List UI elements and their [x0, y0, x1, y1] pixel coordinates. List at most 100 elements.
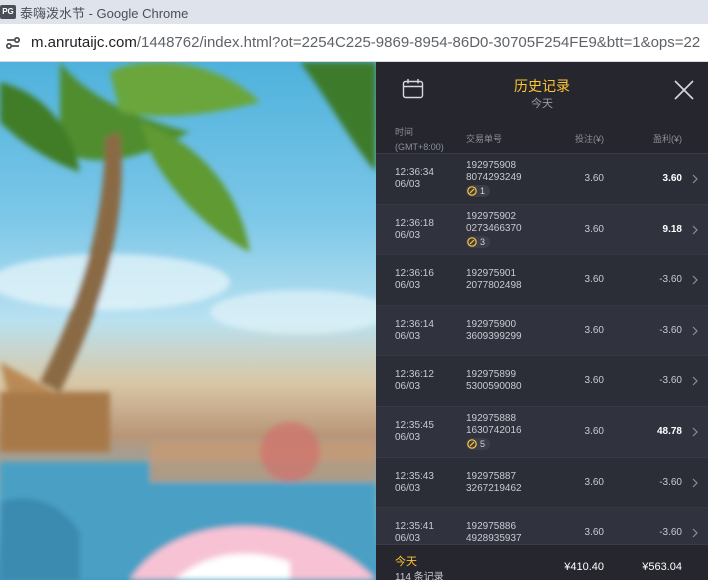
row-date-value: 06/03 — [395, 431, 421, 443]
free-spin-count: 3 — [480, 236, 486, 247]
row-bet: 3.60 — [584, 476, 604, 488]
history-row[interactable]: 12:35:43 06/03 192975887 3267219462 3.60 -3.6… — [376, 458, 708, 509]
row-time: 12:36:14 06/03 — [395, 319, 434, 343]
row-time: 12:35:41 06/03 — [395, 521, 434, 545]
chevron-right-icon[interactable] — [691, 376, 699, 386]
row-date-value: 06/03 — [395, 229, 421, 241]
row-order-id-b: 1630742016 — [466, 424, 522, 436]
row-profit: -3.60 — [659, 274, 682, 286]
summary-footer: 今天 114 条记录 ¥410.40 ¥563.04 — [376, 544, 708, 580]
chevron-right-icon[interactable] — [691, 528, 699, 538]
history-row[interactable]: 12:36:16 06/03 192975901 2077802498 3.60 -3.6… — [376, 255, 708, 306]
chevron-right-icon[interactable] — [691, 275, 699, 285]
header-time-label: 时间 — [395, 127, 414, 137]
row-order: 192975886 4928935937 — [466, 521, 522, 545]
row-time-value: 12:35:43 — [395, 470, 434, 482]
site-settings-icon[interactable] — [3, 33, 23, 53]
chevron-right-icon[interactable] — [691, 225, 699, 235]
free-spin-badge: 1 — [466, 185, 491, 197]
row-order-id-a: 192975886 — [466, 521, 517, 533]
column-headers: 时间 (GMT+8:00) 交易单号 投注(¥) 盈利(¥) — [376, 120, 708, 154]
row-order: 192975902 0273466370 3 — [466, 211, 522, 251]
history-panel: 历史记录 今天 时间 (GMT+8:00) 交易单号 投注(¥) 盈利(¥) 1… — [376, 62, 708, 580]
row-order-id-a: 192975900 — [466, 318, 517, 330]
row-date-value: 06/03 — [395, 381, 421, 393]
chevron-right-icon[interactable] — [691, 478, 699, 488]
free-spin-count: 5 — [480, 438, 486, 449]
row-time-value: 12:36:12 — [395, 369, 434, 381]
row-bet: 3.60 — [584, 274, 604, 286]
beach-scene-image — [0, 62, 376, 580]
row-order: 192975899 5300590080 — [466, 369, 522, 393]
free-spin-badge: 3 — [466, 235, 491, 248]
row-bet: 3.60 — [584, 527, 604, 539]
free-spin-coin-icon — [467, 439, 477, 449]
row-order: 192975900 3609399299 — [466, 319, 522, 343]
row-bet: 3.60 — [584, 173, 604, 184]
row-time: 12:36:18 06/03 — [395, 218, 434, 242]
row-profit: -3.60 — [659, 476, 682, 488]
header-timezone: (GMT+8:00) — [395, 142, 444, 152]
row-time: 12:36:16 06/03 — [395, 268, 434, 292]
row-order: 192975901 2077802498 — [466, 268, 522, 292]
history-row[interactable]: 12:36:18 06/03 192975902 0273466370 3 3.60 9.1… — [376, 204, 708, 256]
row-order-id-a: 192975899 — [466, 369, 517, 381]
chevron-right-icon[interactable] — [691, 326, 699, 336]
header-time: 时间 (GMT+8:00) — [395, 125, 444, 155]
row-time-value: 12:36:18 — [395, 217, 434, 229]
free-spin-count: 1 — [480, 186, 486, 196]
browser-title-bar: PG 泰嗨泼水节 - Google Chrome — [0, 0, 708, 24]
history-list: 12:36:34 06/03 192975908 8074293249 1 3.60 3.6… — [376, 154, 708, 559]
row-time-value: 12:36:16 — [395, 268, 434, 280]
row-time-value: 12:35:45 — [395, 419, 434, 431]
chevron-right-icon[interactable] — [691, 174, 699, 184]
panel-title: 历史记录 — [514, 78, 570, 94]
row-date-value: 06/03 — [395, 330, 421, 342]
close-icon[interactable] — [673, 79, 695, 101]
row-order-id-a: 192975902 — [466, 210, 517, 222]
history-row[interactable]: 12:35:45 06/03 192975888 1630742016 5 3.60 48.… — [376, 406, 708, 458]
free-spin-badge: 5 — [466, 437, 491, 450]
url-field[interactable]: m.anrutaijc.com/1448762/index.html?ot=22… — [31, 34, 706, 51]
footer-total-bet: ¥410.40 — [564, 561, 604, 573]
free-spin-coin-icon — [467, 236, 477, 247]
row-date-value: 06/03 — [395, 179, 421, 190]
row-profit: 3.60 — [662, 173, 682, 184]
row-order-id-b: 0273466370 — [466, 222, 522, 234]
footer-record-count: 114 条记录 — [395, 572, 444, 580]
footer-period: 今天 — [395, 556, 417, 568]
row-bet: 3.60 — [584, 425, 604, 437]
history-row[interactable]: 12:36:14 06/03 192975900 3609399299 3.60 -3.6… — [376, 305, 708, 357]
row-order: 192975887 3267219462 — [466, 471, 522, 495]
row-time-value: 12:36:34 — [395, 167, 434, 178]
row-order: 192975888 1630742016 5 — [466, 413, 522, 453]
row-order-id-b: 8074293249 — [466, 172, 522, 183]
row-profit: -3.60 — [659, 527, 682, 539]
url-path: /1448762/index.html?ot=2254C225-9869-895… — [136, 34, 701, 51]
row-date-value: 06/03 — [395, 280, 421, 292]
row-bet: 3.60 — [584, 324, 604, 336]
game-background — [0, 62, 376, 580]
header-order: 交易单号 — [466, 134, 503, 144]
row-order-id-a: 192975908 — [466, 160, 517, 171]
row-order-id-b: 5300590080 — [466, 381, 522, 393]
app-icon: PG — [0, 5, 16, 19]
address-bar[interactable]: m.anrutaijc.com/1448762/index.html?ot=22… — [0, 24, 708, 62]
row-order-id-b: 3267219462 — [466, 482, 522, 494]
window-title: 泰嗨泼水节 - Google Chrome — [20, 5, 189, 21]
row-bet: 3.60 — [584, 223, 604, 235]
header-profit: 盈利(¥) — [653, 134, 682, 144]
chevron-right-icon[interactable] — [691, 427, 699, 437]
row-time-value: 12:35:41 — [395, 521, 434, 533]
row-time: 12:35:45 06/03 — [395, 420, 434, 444]
history-row[interactable]: 12:36:34 06/03 192975908 8074293249 1 3.60 3.6… — [376, 154, 708, 205]
row-profit: -3.60 — [659, 375, 682, 387]
row-time-value: 12:36:14 — [395, 318, 434, 330]
row-profit: 48.78 — [656, 425, 682, 437]
row-order-id-a: 192975887 — [466, 470, 517, 482]
row-time: 12:35:43 06/03 — [395, 471, 434, 495]
panel-date-filter: 今天 — [531, 98, 553, 110]
history-row[interactable]: 12:36:12 06/03 192975899 5300590080 3.60 -3.6… — [376, 356, 708, 407]
row-bet: 3.60 — [584, 375, 604, 387]
row-time: 12:36:34 06/03 — [395, 167, 434, 191]
